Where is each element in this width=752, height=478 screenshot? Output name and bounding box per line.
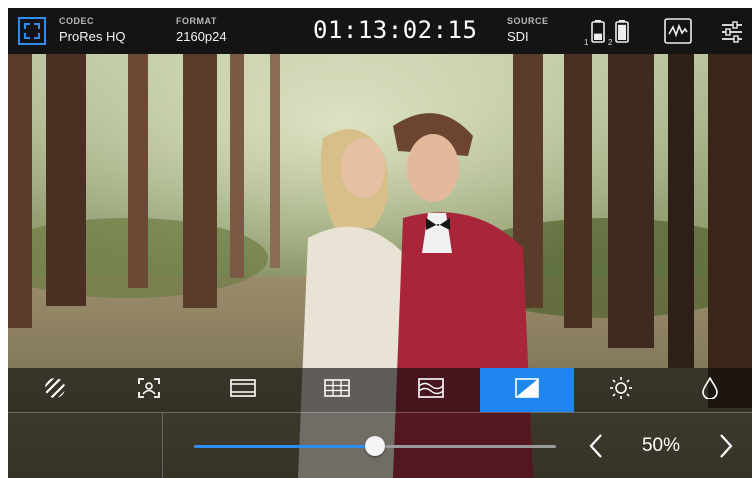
- contrast-tool[interactable]: [480, 368, 574, 412]
- slider-fill: [194, 445, 375, 448]
- waveform-icon[interactable]: [664, 18, 692, 49]
- zebra-tool[interactable]: [8, 368, 102, 412]
- panel-divider: [162, 413, 163, 478]
- adjustment-panel: 50%: [8, 412, 752, 478]
- source-value: SDI: [507, 29, 529, 44]
- slider-value: 50%: [641, 435, 681, 456]
- brightness-icon: [609, 376, 633, 405]
- format-label: FORMAT: [176, 16, 217, 26]
- codec-info: CODEC ProRes HQ: [59, 16, 125, 44]
- saturation-icon: [701, 375, 719, 404]
- grid-tool[interactable]: [290, 368, 384, 412]
- frame-guides-tool[interactable]: [196, 368, 290, 412]
- source-label: SOURCE: [507, 16, 549, 26]
- battery-1-slot: 1: [584, 38, 589, 46]
- grid-icon: [324, 378, 350, 402]
- full-screen-icon[interactable]: [18, 17, 46, 50]
- settings-sliders-icon[interactable]: [720, 20, 744, 49]
- frame-guides-icon: [230, 378, 256, 402]
- codec-label: CODEC: [59, 16, 95, 26]
- saturation-tool[interactable]: [668, 368, 752, 412]
- battery-1-icon: 1: [584, 20, 606, 51]
- status-bar: CODEC ProRes HQ FORMAT 2160p24 01:13:02:…: [8, 8, 752, 54]
- chevron-right-icon[interactable]: [718, 433, 734, 464]
- tool-bar: [8, 368, 752, 412]
- focus-assist-tool[interactable]: [102, 368, 196, 412]
- zebra-icon: [44, 377, 66, 404]
- false-color-tool[interactable]: [384, 368, 478, 412]
- source-info: SOURCE SDI: [507, 16, 549, 44]
- battery-2-icon: 2: [608, 20, 630, 51]
- format-info: FORMAT 2160p24: [176, 16, 227, 44]
- focus-assist-icon: [137, 377, 161, 404]
- timecode: 01:13:02:15: [313, 16, 478, 44]
- codec-value: ProRes HQ: [59, 29, 126, 44]
- chevron-left-icon[interactable]: [588, 433, 604, 464]
- slider-knob[interactable]: [365, 436, 385, 456]
- format-value: 2160p24: [176, 29, 227, 44]
- false-color-icon: [418, 377, 444, 403]
- monitor-screen: CODEC ProRes HQ FORMAT 2160p24 01:13:02:…: [8, 8, 752, 478]
- contrast-slider[interactable]: [194, 436, 556, 456]
- brightness-tool[interactable]: [574, 368, 668, 412]
- contrast-icon: [515, 377, 539, 403]
- battery-2-slot: 2: [608, 38, 613, 46]
